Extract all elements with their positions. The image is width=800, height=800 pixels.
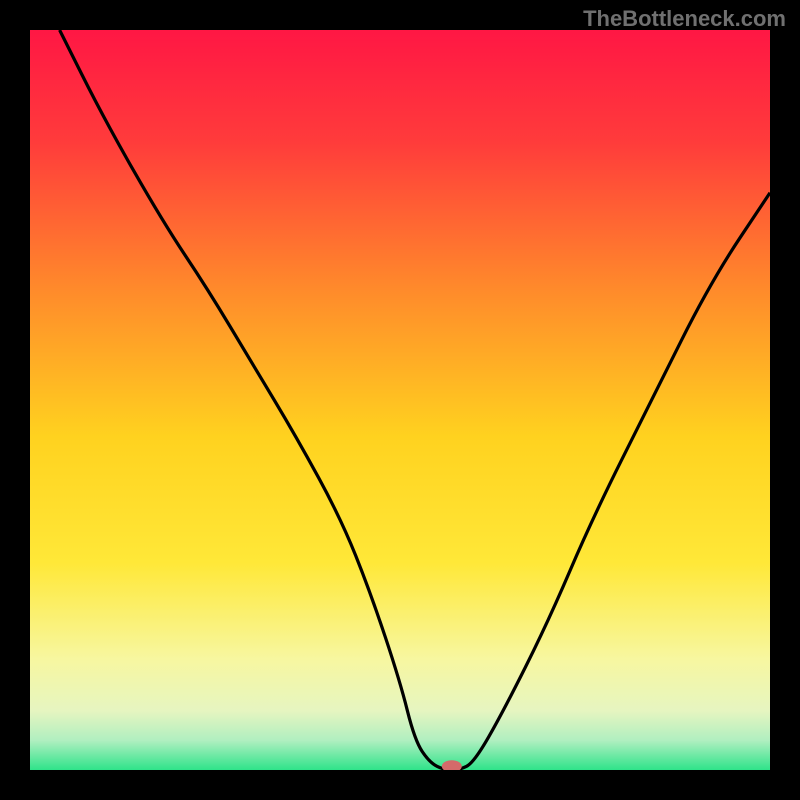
gradient-background [30, 30, 770, 770]
chart-plot-area [30, 30, 770, 770]
bottleneck-chart [30, 30, 770, 770]
attribution-text: TheBottleneck.com [583, 6, 786, 32]
